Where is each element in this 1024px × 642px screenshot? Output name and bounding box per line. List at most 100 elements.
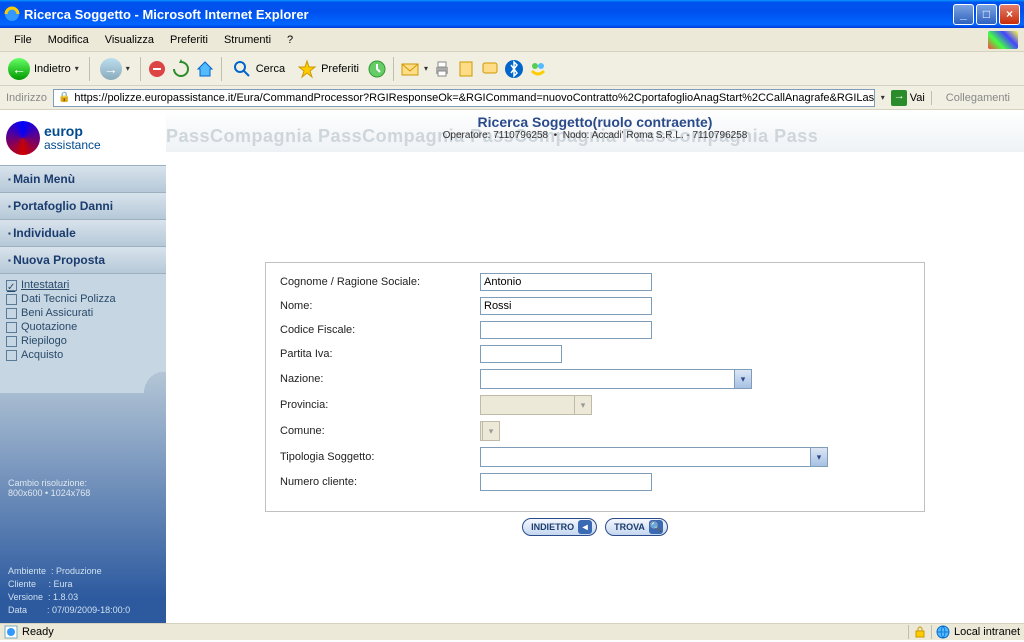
env-ambiente: Produzione bbox=[56, 566, 102, 576]
links-label[interactable]: Collegamenti bbox=[938, 92, 1018, 104]
print-icon[interactable] bbox=[432, 59, 452, 79]
sidebar-item-intestatari[interactable]: Intestatari bbox=[6, 278, 160, 292]
main-content: PassCompagnia PassCompagnia PassCompagni… bbox=[166, 110, 1024, 623]
sidebar-item-beni-assicurati[interactable]: Beni Assicurati bbox=[6, 306, 160, 320]
separator bbox=[908, 625, 909, 639]
partita-iva-label: Partita Iva: bbox=[280, 348, 480, 360]
toolbar-separator bbox=[221, 57, 222, 81]
resolution-switch[interactable]: Cambio risoluzione: 800x600 • 1024x768 bbox=[8, 478, 90, 498]
window-title: Ricerca Soggetto - Microsoft Internet Ex… bbox=[24, 7, 953, 22]
search-icon bbox=[232, 59, 252, 79]
address-url: https://polizze.europassistance.it/Eura/… bbox=[74, 92, 874, 104]
sidebar-portafoglio-danni[interactable]: Portafoglio Danni bbox=[0, 193, 166, 220]
nazione-select[interactable]: ▾ bbox=[480, 369, 752, 389]
menu-strumenti[interactable]: Strumenti bbox=[216, 31, 279, 49]
sidebar: europ assistance Main Menù Portafoglio D… bbox=[0, 110, 166, 623]
magnifier-icon: 🔍 bbox=[649, 520, 663, 534]
favorites-button[interactable]: Preferiti bbox=[293, 56, 363, 82]
chevron-down-icon: ▾ bbox=[574, 396, 591, 414]
cognome-label: Cognome / Ragione Sociale: bbox=[280, 276, 480, 288]
codice-fiscale-input[interactable] bbox=[480, 321, 652, 339]
sidebar-item-quotazione[interactable]: Quotazione bbox=[6, 320, 160, 334]
menu-file[interactable]: File bbox=[6, 31, 40, 49]
nodo-label: Nodo: bbox=[563, 130, 590, 141]
env-data: 07/09/2009-18:00:0 bbox=[52, 605, 130, 615]
page-title: Ricerca Soggetto(ruolo contraente) bbox=[166, 110, 1024, 130]
edit-icon[interactable] bbox=[456, 59, 476, 79]
cognome-input[interactable] bbox=[480, 273, 652, 291]
home-icon[interactable] bbox=[195, 59, 215, 79]
menu-help[interactable]: ? bbox=[279, 31, 301, 49]
nome-input[interactable] bbox=[480, 297, 652, 315]
menu-modifica[interactable]: Modifica bbox=[40, 31, 97, 49]
mail-icon[interactable] bbox=[400, 59, 420, 79]
statusbar: Ready Local intranet bbox=[0, 623, 1024, 640]
sidebar-item-acquisto[interactable]: Acquisto bbox=[6, 348, 160, 362]
partita-iva-input[interactable] bbox=[480, 345, 562, 363]
lock-icon bbox=[913, 625, 927, 639]
sidebar-item-label: Beni Assicurati bbox=[21, 307, 93, 319]
address-input[interactable]: 🔒 https://polizze.europassistance.it/Eur… bbox=[53, 89, 875, 107]
menu-preferiti[interactable]: Preferiti bbox=[162, 31, 216, 49]
back-arrow-icon: ← bbox=[8, 58, 30, 80]
star-icon bbox=[297, 59, 317, 79]
window-maximize-button[interactable]: □ bbox=[976, 4, 997, 25]
go-arrow-icon bbox=[891, 90, 907, 106]
env-info: Ambiente : Produzione Cliente : Eura Ver… bbox=[8, 565, 130, 617]
sidebar-item-riepilogo[interactable]: Riepilogo bbox=[6, 334, 160, 348]
checkbox-icon bbox=[6, 308, 17, 319]
trova-button[interactable]: TROVA 🔍 bbox=[605, 518, 668, 536]
bluetooth-icon[interactable] bbox=[504, 59, 524, 79]
forward-button[interactable]: → ▾ bbox=[96, 55, 134, 83]
tipologia-label: Tipologia Soggetto: bbox=[280, 451, 480, 463]
chevron-down-icon[interactable]: ▾ bbox=[881, 93, 885, 102]
back-button[interactable]: ← Indietro ▾ bbox=[4, 55, 83, 83]
messenger-icon[interactable] bbox=[528, 59, 548, 79]
zone-icon bbox=[936, 625, 950, 639]
search-button[interactable]: Cerca bbox=[228, 56, 289, 82]
windows-logo-icon bbox=[988, 31, 1018, 49]
sidebar-item-dati-tecnici[interactable]: Dati Tecnici Polizza bbox=[6, 292, 160, 306]
go-label: Vai bbox=[910, 92, 925, 104]
trova-label: TROVA bbox=[614, 522, 645, 532]
ie-icon bbox=[4, 6, 20, 22]
sidebar-main-menu[interactable]: Main Menù bbox=[0, 166, 166, 193]
tipologia-select[interactable]: ▾ bbox=[480, 447, 828, 467]
window-titlebar: Ricerca Soggetto - Microsoft Internet Ex… bbox=[0, 0, 1024, 28]
sidebar-item-label: Acquisto bbox=[21, 349, 63, 361]
separator bbox=[931, 91, 932, 105]
sidebar-nuova-proposta[interactable]: Nuova Proposta bbox=[0, 247, 166, 274]
history-icon[interactable] bbox=[367, 59, 387, 79]
numero-cliente-input[interactable] bbox=[480, 473, 652, 491]
res-options: 800x600 • 1024x768 bbox=[8, 488, 90, 498]
operatore-label: Operatore: bbox=[443, 130, 491, 141]
stop-icon[interactable] bbox=[147, 59, 167, 79]
go-button[interactable]: Vai bbox=[891, 90, 925, 106]
checkbox-icon bbox=[6, 350, 17, 361]
nodo-value: Accadi' Roma S.R.L. - 7110796258 bbox=[592, 130, 748, 141]
env-data-label: Data bbox=[8, 605, 27, 615]
chevron-down-icon: ▾ bbox=[734, 370, 751, 388]
refresh-icon[interactable] bbox=[171, 59, 191, 79]
sidebar-item-label: Riepilogo bbox=[21, 335, 67, 347]
chevron-down-icon: ▾ bbox=[810, 448, 827, 466]
checkbox-icon bbox=[6, 336, 17, 347]
search-label: Cerca bbox=[256, 63, 285, 75]
address-label: Indirizzo bbox=[6, 92, 47, 104]
env-versione-label: Versione bbox=[8, 592, 43, 602]
nome-label: Nome: bbox=[280, 300, 480, 312]
logo-line2: assistance bbox=[44, 138, 101, 152]
address-bar: Indirizzo 🔒 https://polizze.europassista… bbox=[0, 86, 1024, 110]
chevron-down-icon: ▾ bbox=[482, 422, 499, 440]
sidebar-individuale[interactable]: Individuale bbox=[0, 220, 166, 247]
window-minimize-button[interactable]: _ bbox=[953, 4, 974, 25]
window-close-button[interactable]: × bbox=[999, 4, 1020, 25]
provincia-select: ▾ bbox=[480, 395, 592, 415]
ie-page-icon bbox=[4, 625, 18, 639]
indietro-button[interactable]: INDIETRO ◂ bbox=[522, 518, 597, 536]
nazione-label: Nazione: bbox=[280, 373, 480, 385]
favorites-label: Preferiti bbox=[321, 63, 359, 75]
menu-visualizza[interactable]: Visualizza bbox=[97, 31, 162, 49]
discuss-icon[interactable] bbox=[480, 59, 500, 79]
provincia-label: Provincia: bbox=[280, 399, 480, 411]
